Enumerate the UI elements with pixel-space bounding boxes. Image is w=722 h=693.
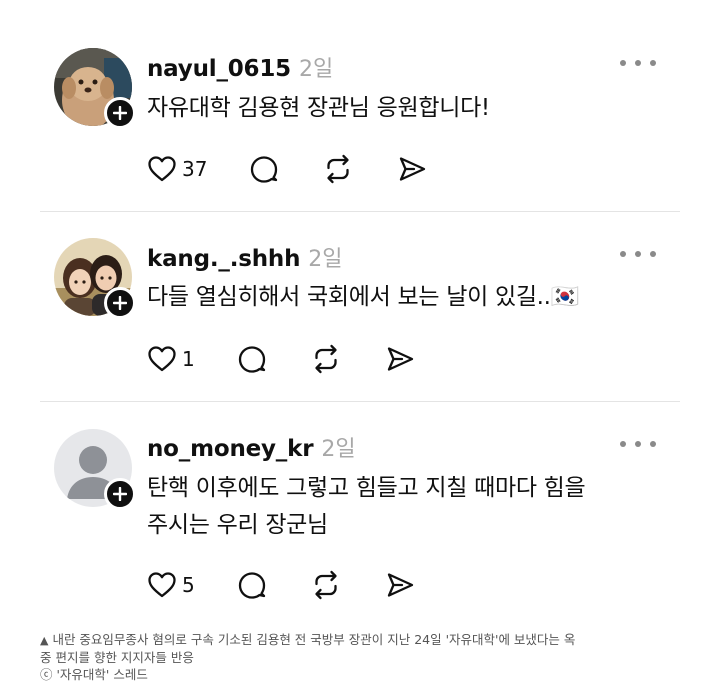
comment-button[interactable] xyxy=(237,342,267,376)
reply-header: no_money_kr 2일 xyxy=(147,431,356,463)
plus-icon xyxy=(113,296,127,310)
repost-icon xyxy=(315,344,337,374)
like-button[interactable]: 5 xyxy=(147,568,195,602)
plus-icon xyxy=(113,487,127,501)
action-bar: 37 xyxy=(147,152,427,186)
share-button[interactable] xyxy=(385,568,415,602)
more-dot xyxy=(635,251,641,257)
repost-icon xyxy=(327,154,350,184)
comment-bubble-icon xyxy=(238,346,265,373)
timestamp[interactable]: 2일 xyxy=(321,431,355,463)
repost-button[interactable] xyxy=(311,342,341,376)
more-dot xyxy=(635,60,641,66)
more-dot xyxy=(650,441,656,447)
reply-header: nayul_0615 2일 xyxy=(147,51,333,83)
more-options-button[interactable] xyxy=(620,434,656,454)
photo-caption: ▲ 내란 중요임무종사 혐의로 구속 기소된 김용현 전 국방부 장관이 지난 … xyxy=(40,631,690,683)
repost-button[interactable] xyxy=(311,568,341,602)
send-icon xyxy=(400,157,426,181)
more-dots-icon xyxy=(620,441,626,447)
timestamp[interactable]: 2일 xyxy=(308,241,342,273)
send-icon xyxy=(387,573,413,597)
like-button[interactable]: 37 xyxy=(147,152,207,186)
send-icon xyxy=(387,347,413,371)
username[interactable]: no_money_kr xyxy=(147,436,314,462)
like-count: 5 xyxy=(182,573,195,597)
reply-text-line: 탄핵 이후에도 그렇고 힘들고 지칠 때마다 힘을 xyxy=(147,475,586,501)
reply-text-line: 주시는 우리 장군님 xyxy=(147,512,328,538)
heart-icon xyxy=(148,572,176,598)
more-options-button[interactable] xyxy=(620,53,656,73)
follow-plus-badge[interactable] xyxy=(104,478,136,510)
caption-credit: ⓒ '자유대학' 스레드 xyxy=(40,667,148,682)
thread-reply-3: no_money_kr 2일 탄핵 이후에도 그렇고 힘들고 지칠 때마다 힘을… xyxy=(40,402,680,622)
reply-header: kang._.shhh 2일 xyxy=(147,241,343,273)
share-button[interactable] xyxy=(397,152,427,186)
action-bar: 1 xyxy=(147,342,415,376)
share-button[interactable] xyxy=(385,342,415,376)
comment-button[interactable] xyxy=(237,568,267,602)
reply-text: 탄핵 이후에도 그렇고 힘들고 지칠 때마다 힘을 주시는 우리 장군님 xyxy=(147,470,657,544)
reply-text: 자유대학 김용현 장관님 응원합니다! xyxy=(147,95,490,121)
thread-reply-1: nayul_0615 2일 자유대학 김용현 장관님 응원합니다! 37 xyxy=(40,0,680,212)
more-dot xyxy=(635,441,641,447)
username[interactable]: nayul_0615 xyxy=(147,56,291,82)
thread-reply-2: kang._.shhh 2일 다들 열심히해서 국회에서 보는 날이 있길..🇰… xyxy=(40,212,680,402)
caption-text: 내란 중요임무종사 혐의로 구속 기소된 김용현 전 국방부 장관이 지난 24… xyxy=(52,632,576,647)
username[interactable]: kang._.shhh xyxy=(147,246,300,272)
avatar-container[interactable] xyxy=(54,48,136,129)
repost-icon xyxy=(315,570,337,600)
like-count: 1 xyxy=(182,347,195,371)
like-count: 37 xyxy=(182,157,208,181)
action-bar: 5 xyxy=(147,568,415,602)
reply-text: 다들 열심히해서 국회에서 보는 날이 있길..🇰🇷 xyxy=(147,284,580,310)
more-dots-icon xyxy=(620,251,626,257)
avatar-container[interactable] xyxy=(54,429,136,510)
follow-plus-badge[interactable] xyxy=(104,97,136,129)
timestamp[interactable]: 2일 xyxy=(299,51,333,83)
more-options-button[interactable] xyxy=(620,244,656,264)
comment-button[interactable] xyxy=(249,152,279,186)
like-button[interactable]: 1 xyxy=(147,342,195,376)
plus-icon xyxy=(113,106,127,120)
more-dots-icon xyxy=(620,60,626,66)
comment-bubble-icon xyxy=(238,572,265,599)
avatar-container[interactable] xyxy=(54,238,136,319)
caption-line: ▲ 내란 중요임무종사 혐의로 구속 기소된 김용현 전 국방부 장관이 지난 … xyxy=(40,631,690,649)
more-dot xyxy=(650,60,656,66)
heart-icon xyxy=(148,346,176,372)
more-dot xyxy=(650,251,656,257)
repost-button[interactable] xyxy=(323,152,353,186)
triangle-marker-icon: ▲ xyxy=(40,634,49,647)
comment-bubble-icon xyxy=(251,156,278,183)
caption-text: 중 편지를 향한 지지자들 반응 xyxy=(40,650,194,665)
follow-plus-badge[interactable] xyxy=(104,287,136,319)
heart-icon xyxy=(148,156,176,182)
